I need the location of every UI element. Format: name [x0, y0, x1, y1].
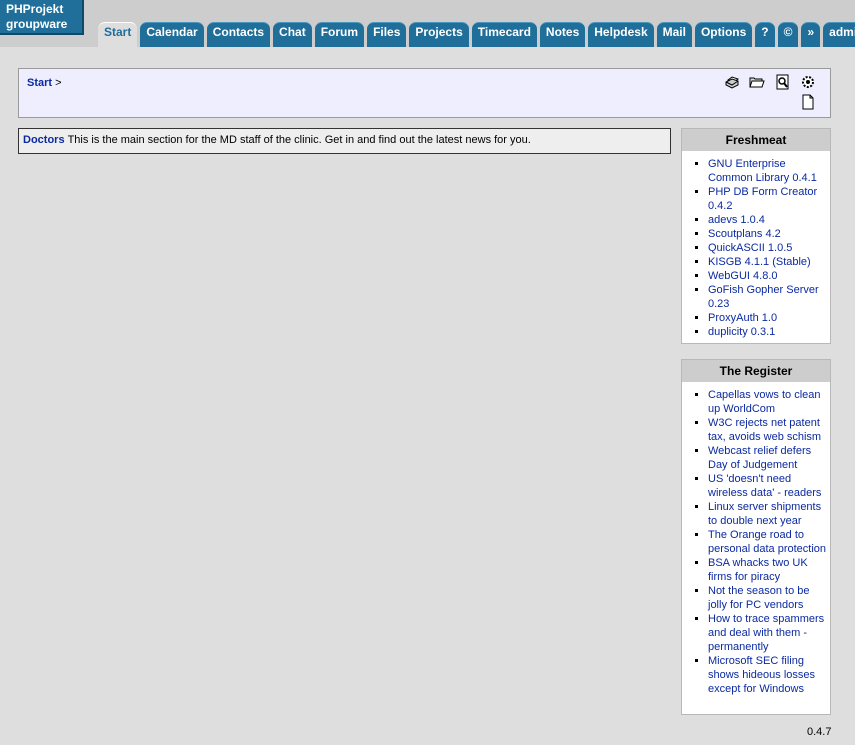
list-item: US 'doesn't need wireless data' - reader… — [708, 472, 830, 500]
news-link[interactable]: W3C rejects net patent tax, avoids web s… — [708, 417, 821, 443]
tab-admin[interactable]: admin — [823, 22, 855, 47]
news-link[interactable]: Not the season to be jolly for PC vendor… — [708, 585, 810, 611]
list-item: PHP DB Form Creator 0.4.2 — [708, 185, 830, 213]
tab-projects[interactable]: Projects — [409, 22, 469, 47]
news-link[interactable]: Scoutplans 4.2 — [708, 228, 781, 240]
news-link[interactable]: adevs 1.0.4 — [708, 214, 765, 226]
section-description: This is the main section for the MD staf… — [67, 134, 531, 146]
news-link[interactable]: GNU Enterprise Common Library 0.4.1 — [708, 158, 817, 184]
section-link-doctors[interactable]: Doctors — [23, 134, 65, 146]
list-item: W3C rejects net patent tax, avoids web s… — [708, 416, 830, 444]
list-item: The Orange road to personal data protect… — [708, 528, 830, 556]
tab-chat[interactable]: Chat — [273, 22, 312, 47]
list-item: KISGB 4.1.1 (Stable) — [708, 255, 830, 269]
tab-forum[interactable]: Forum — [314, 22, 365, 47]
news-link[interactable]: US 'doesn't need wireless data' - reader… — [708, 473, 821, 499]
new-document-icon[interactable] — [800, 94, 816, 110]
news-link[interactable]: PHP DB Form Creator 0.4.2 — [708, 186, 817, 212]
list-item: Linux server shipments to double next ye… — [708, 500, 830, 528]
version-label: 0.4.7 — [807, 726, 832, 738]
freshmeat-panel: Freshmeat GNU Enterprise Common Library … — [681, 128, 831, 344]
list-item: ProxyAuth 1.0 — [708, 311, 830, 325]
search-document-icon[interactable] — [775, 74, 791, 90]
news-link[interactable]: KISGB 4.1.1 (Stable) — [708, 256, 811, 268]
tab-files[interactable]: Files — [367, 22, 407, 47]
news-link[interactable]: How to trace spammers and deal with them… — [708, 613, 824, 653]
list-item: How to trace spammers and deal with them… — [708, 612, 830, 654]
freshmeat-list: GNU Enterprise Common Library 0.4.1 PHP … — [682, 157, 830, 339]
breadcrumb-separator: > — [55, 77, 62, 89]
tab-mail[interactable]: Mail — [656, 22, 692, 47]
list-item: Not the season to be jolly for PC vendor… — [708, 584, 830, 612]
tab-contacts[interactable]: Contacts — [206, 22, 271, 47]
list-item: WebGUI 4.8.0 — [708, 269, 830, 283]
list-item: adevs 1.0.4 — [708, 213, 830, 227]
print-icon[interactable] — [724, 74, 740, 90]
list-item: GoFish Gopher Server 0.23 — [708, 283, 830, 311]
news-link[interactable]: WebGUI 4.8.0 — [708, 270, 778, 282]
settings-gear-icon[interactable] — [800, 74, 816, 90]
tab-notes[interactable]: Notes — [539, 22, 586, 47]
tab-timecard[interactable]: Timecard — [471, 22, 537, 47]
news-link[interactable]: GoFish Gopher Server 0.23 — [708, 284, 819, 310]
news-link[interactable]: duplicity 0.3.1 — [708, 326, 775, 338]
tab-more[interactable]: » — [801, 22, 821, 47]
news-link[interactable]: Capellas vows to clean up WorldCom — [708, 389, 821, 415]
register-title: The Register — [682, 360, 830, 382]
news-link[interactable]: ProxyAuth 1.0 — [708, 312, 777, 324]
tab-help[interactable]: ? — [755, 22, 775, 47]
news-link[interactable]: BSA whacks two UK firms for piracy — [708, 557, 808, 583]
list-item: BSA whacks two UK firms for piracy — [708, 556, 830, 584]
list-item: Webcast relief defers Day of Judgement — [708, 444, 830, 472]
logo-line1: PHProjekt — [6, 2, 64, 16]
header-bar: PHProjekt groupware Start Calendar Conta… — [0, 0, 855, 47]
breadcrumb-start-link[interactable]: Start — [27, 77, 52, 89]
list-item: GNU Enterprise Common Library 0.4.1 — [708, 157, 830, 185]
tab-helpdesk[interactable]: Helpdesk — [588, 22, 654, 47]
toolbar-icons — [724, 74, 824, 114]
news-link[interactable]: Webcast relief defers Day of Judgement — [708, 445, 811, 471]
main-nav-tabs: Start Calendar Contacts Chat Forum Files… — [98, 22, 855, 47]
tab-copyright[interactable]: © — [777, 22, 799, 47]
section-info-box: Doctors This is the main section for the … — [18, 128, 671, 154]
news-link[interactable]: Linux server shipments to double next ye… — [708, 501, 821, 527]
news-link[interactable]: QuickASCII 1.0.5 — [708, 242, 792, 254]
freshmeat-title: Freshmeat — [682, 129, 830, 151]
tab-calendar[interactable]: Calendar — [140, 22, 204, 47]
register-panel: The Register Capellas vows to clean up W… — [681, 359, 831, 715]
breadcrumb-bar: Start > — [18, 68, 831, 118]
tab-start[interactable]: Start — [98, 22, 138, 47]
list-item: duplicity 0.3.1 — [708, 325, 830, 339]
list-item: QuickASCII 1.0.5 — [708, 241, 830, 255]
breadcrumb: Start > — [27, 77, 62, 89]
list-item: Microsoft SEC filing shows hideous losse… — [708, 654, 830, 696]
list-item: Capellas vows to clean up WorldCom — [708, 388, 830, 416]
news-link[interactable]: The Orange road to personal data protect… — [708, 529, 826, 555]
tab-options[interactable]: Options — [694, 22, 753, 47]
list-item: Scoutplans 4.2 — [708, 227, 830, 241]
app-logo[interactable]: PHProjekt groupware — [0, 0, 84, 35]
logo-line2: groupware — [6, 17, 68, 31]
register-list: Capellas vows to clean up WorldCom W3C r… — [682, 388, 830, 696]
news-link[interactable]: Microsoft SEC filing shows hideous losse… — [708, 655, 815, 695]
open-folder-icon[interactable] — [749, 74, 765, 90]
